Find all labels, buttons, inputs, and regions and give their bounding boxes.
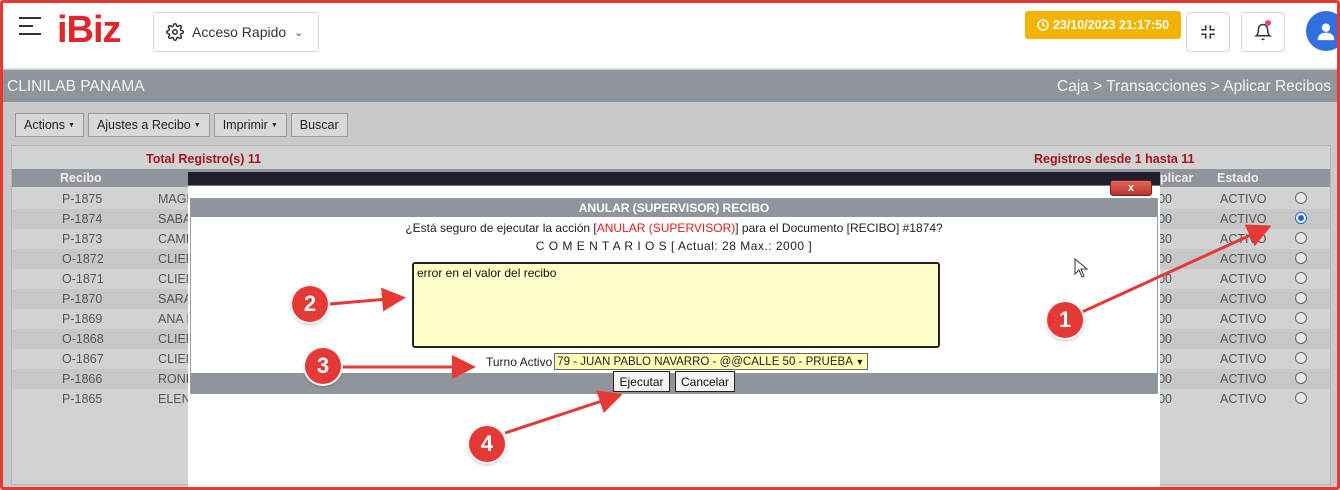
question-pre: ¿Está seguro de ejecutar la acción [ <box>405 221 597 235</box>
row-select-radio[interactable] <box>1295 352 1307 364</box>
turno-row: Turno Activo 79 - JUAN PABLO NAVARRO - @… <box>486 353 869 370</box>
cell-recibo: O-1872 <box>62 252 104 266</box>
cell-estado: ACTIVO <box>1220 372 1267 386</box>
dialog-title: ANULAR (SUPERVISOR) RECIBO <box>191 199 1157 217</box>
ajustes-menu-button[interactable]: Ajustes a Recibo ▼ <box>87 113 210 137</box>
compress-button[interactable] <box>1186 12 1230 52</box>
cell-recibo: O-1868 <box>62 332 104 346</box>
row-select-radio[interactable] <box>1295 232 1307 244</box>
confirm-question: ¿Está seguro de ejecutar la acción [ANUL… <box>191 221 1157 235</box>
top-bar: iBiz Acceso Rapido ⌄ 23/10/2023 21:17:50 <box>3 3 1340 69</box>
row-select-radio[interactable] <box>1295 252 1307 264</box>
cell-cliente: CAMI <box>158 232 190 246</box>
annotation-1: 1 <box>1047 302 1083 338</box>
chevron-down-icon: ▼ <box>855 356 865 367</box>
question-action: ANULAR (SUPERVISOR) <box>596 221 736 235</box>
quick-access-dropdown[interactable]: Acceso Rapido ⌄ <box>153 12 319 52</box>
cell-estado: ACTIVO <box>1220 192 1267 206</box>
breadcrumb: Caja > Transacciones > Aplicar Recibos <box>1057 78 1331 95</box>
cell-recibo: P-1869 <box>62 312 103 326</box>
row-select-radio[interactable] <box>1295 332 1307 344</box>
cell-cliente: RONI <box>158 372 190 386</box>
cell-recibo: P-1873 <box>62 232 103 246</box>
comments-title: C O M E N T A R I O S <box>535 239 668 253</box>
annotation-3: 3 <box>305 348 341 384</box>
cell-recibo: O-1867 <box>62 352 104 366</box>
row-select-radio[interactable] <box>1295 192 1307 204</box>
clock-icon <box>1037 19 1049 31</box>
turno-select[interactable]: 79 - JUAN PABLO NAVARRO - @@CALLE 50 - P… <box>554 353 869 370</box>
cell-estado: ACTIVO <box>1220 332 1267 346</box>
cancelar-button[interactable]: Cancelar <box>675 371 735 392</box>
buscar-button[interactable]: Buscar <box>290 113 348 137</box>
imprimir-menu-button[interactable]: Imprimir ▼ <box>213 113 287 137</box>
datetime-text: 23/10/2023 21:17:50 <box>1052 18 1170 32</box>
close-button[interactable]: x <box>1110 180 1152 196</box>
total-records: Total Registro(s) 11 <box>146 152 262 166</box>
gear-icon <box>166 23 184 41</box>
turno-label: Turno Activo <box>486 354 553 369</box>
logo[interactable]: iBiz <box>57 9 122 52</box>
cell-estado: ACTIVO <box>1220 392 1267 406</box>
row-select-radio[interactable] <box>1295 292 1307 304</box>
cell-estado: ACTIVO <box>1220 252 1267 266</box>
comments-textarea[interactable] <box>412 262 940 348</box>
quick-access-label: Acceso Rapido <box>192 24 287 40</box>
notification-dot <box>1265 20 1271 26</box>
caret-down-icon: ▼ <box>68 121 75 129</box>
actions-label: Actions <box>24 118 65 132</box>
chevron-down-icon: ⌄ <box>294 26 304 39</box>
col-recibo: Recibo <box>60 171 102 185</box>
cell-estado: ACTIVO <box>1220 312 1267 326</box>
actions-menu-button[interactable]: Actions ▼ <box>15 113 84 137</box>
compress-icon <box>1201 25 1215 39</box>
cursor-icon <box>1074 258 1088 278</box>
user-avatar[interactable] <box>1306 11 1340 51</box>
cell-recibo: P-1866 <box>62 372 103 386</box>
cell-recibo: P-1874 <box>62 212 103 226</box>
cell-estado: ACTIVO <box>1220 292 1267 306</box>
records-range: Registros desde 1 hasta 11 <box>1034 152 1195 166</box>
cell-estado: ACTIVO <box>1220 352 1267 366</box>
toolbar: Actions ▼ Ajustes a Recibo ▼ Imprimir ▼ Bus… <box>15 113 348 137</box>
row-select-radio[interactable] <box>1295 392 1307 404</box>
question-post: ] para el Documento [RECIBO] #1874? <box>735 221 943 235</box>
datetime-badge: 23/10/2023 21:17:50 <box>1025 11 1181 39</box>
row-select-radio[interactable] <box>1295 372 1307 384</box>
company-name: CLINILAB PANAMA <box>7 78 145 95</box>
annotation-4: 4 <box>469 426 505 462</box>
caret-down-icon: ▼ <box>193 121 201 129</box>
cell-recibo: O-1871 <box>62 272 104 286</box>
confirm-dialog: x ANULAR (SUPERVISOR) RECIBO ¿Está segur… <box>188 172 1160 490</box>
comments-label: C O M E N T A R I O S [ Actual: 28 Max.:… <box>191 239 1157 253</box>
user-icon <box>1317 23 1335 41</box>
ejecutar-button[interactable]: Ejecutar <box>613 371 670 392</box>
row-select-radio[interactable] <box>1295 312 1307 324</box>
annotation-2: 2 <box>292 286 328 322</box>
row-select-radio[interactable] <box>1295 212 1307 224</box>
buscar-label: Buscar <box>299 118 339 132</box>
menu-icon[interactable] <box>19 17 41 35</box>
col-aplicar: plicar <box>1160 171 1194 185</box>
cell-cliente: SABA <box>158 212 192 226</box>
cell-recibo: P-1865 <box>62 392 103 406</box>
caret-down-icon: ▼ <box>270 121 278 129</box>
cell-recibo: P-1875 <box>62 192 103 206</box>
comments-count: [ Actual: 28 Max.: 2000 ] <box>671 239 813 253</box>
cell-estado: ACTIVO <box>1220 212 1267 226</box>
ajustes-label: Ajustes a Recibo <box>96 118 191 132</box>
cell-recibo: P-1870 <box>62 292 103 306</box>
cell-estado: ACTIVO <box>1220 272 1267 286</box>
cell-cliente: SARA <box>158 292 193 306</box>
notifications-button[interactable] <box>1241 12 1285 52</box>
dialog-header <box>188 172 1160 186</box>
cell-estado: ACTIVO <box>1220 232 1267 246</box>
close-icon: x <box>1127 182 1135 194</box>
col-estado: Estado <box>1217 171 1259 185</box>
imprimir-label: Imprimir <box>222 118 268 132</box>
turno-value: 79 - JUAN PABLO NAVARRO - @@CALLE 50 - P… <box>557 355 853 368</box>
row-select-radio[interactable] <box>1295 272 1307 284</box>
page-title-bar: CLINILAB PANAMA Caja > Transacciones > A… <box>3 70 1337 102</box>
